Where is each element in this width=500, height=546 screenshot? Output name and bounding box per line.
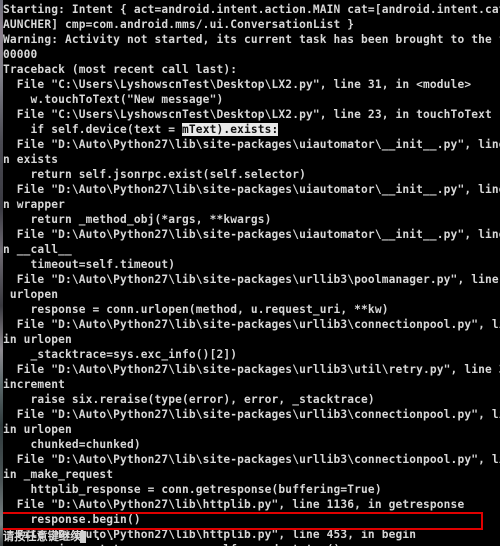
console-line: Traceback (most recent call last):: [3, 63, 238, 76]
console-line: n __call__: [3, 243, 72, 256]
console-line: File "D:\Auto\Python27\lib\site-packages…: [3, 273, 500, 286]
console-line: chunked=chunked): [3, 438, 141, 451]
console-window[interactable]: Starting: Intent { act=android.intent.ac…: [0, 0, 500, 546]
console-line: AUNCHER] cmp=com.android.mms/.ui.Convers…: [3, 18, 355, 31]
console-line: File "D:\Auto\Python27\lib\site-packages…: [3, 318, 500, 331]
console-line: in urlopen: [3, 423, 72, 436]
console-line: File "D:\Auto\Python27\lib\site-packages…: [3, 408, 500, 421]
console-line: increment: [3, 378, 65, 391]
console-line: File "D:\Auto\Python27\lib\site-packages…: [3, 453, 500, 466]
console-line: Starting: Intent { act=android.intent.ac…: [3, 3, 500, 16]
console-output-text: Starting: Intent { act=android.intent.ac…: [3, 0, 500, 546]
console-line: 00000: [3, 48, 38, 61]
console-line: raise six.reraise(type(error), error, _s…: [3, 393, 375, 406]
selected-text-highlight[interactable]: mText).exists:: [182, 123, 279, 136]
console-line: File "D:\Auto\Python27\lib\site-packages…: [3, 228, 500, 241]
console-line: File "C:\Users\LyshowscnTest\Desktop\LX2…: [3, 78, 472, 91]
text-caret: [80, 531, 86, 543]
console-line: File "C:\Users\LyshowscnTest\Desktop\LX2…: [3, 108, 492, 121]
console-line: return self.jsonrpc.exist(self.selector): [3, 168, 306, 181]
console-line: response = conn.urlopen(method, u.reques…: [3, 303, 389, 316]
console-line: File "D:\Auto\Python27\lib\site-packages…: [3, 363, 500, 376]
console-line: if self.device(text = mText).exists:: [3, 123, 279, 136]
console-line: n wrapper: [3, 198, 65, 211]
console-line: in _make_request: [3, 468, 114, 481]
console-line: return _method_obj(*args, **kwargs): [3, 213, 272, 226]
console-line: File "D:\Auto\Python27\lib\site-packages…: [3, 138, 500, 151]
press-any-key-prompt: 请按任意键继续. . .: [3, 530, 115, 543]
console-line: _stacktrace=sys.exc_info()[2]): [3, 348, 238, 361]
console-line: in urlopen: [3, 333, 72, 346]
console-line: File "D:\Auto\Python27\lib\site-packages…: [3, 183, 500, 196]
console-line: timeout=self.timeout): [3, 258, 176, 271]
console-line: response.begin(): [3, 513, 141, 526]
console-line: w.touchToText("New message"): [3, 93, 224, 106]
console-line: File "D:\Auto\Python27\lib\httplib.py", …: [3, 498, 465, 511]
console-line: httplib_response = conn.getresponse(buff…: [3, 483, 382, 496]
console-line: Warning: Activity not started, its curre…: [3, 33, 500, 46]
console-line: urlopen: [3, 288, 59, 301]
console-line: n exists: [3, 153, 59, 166]
